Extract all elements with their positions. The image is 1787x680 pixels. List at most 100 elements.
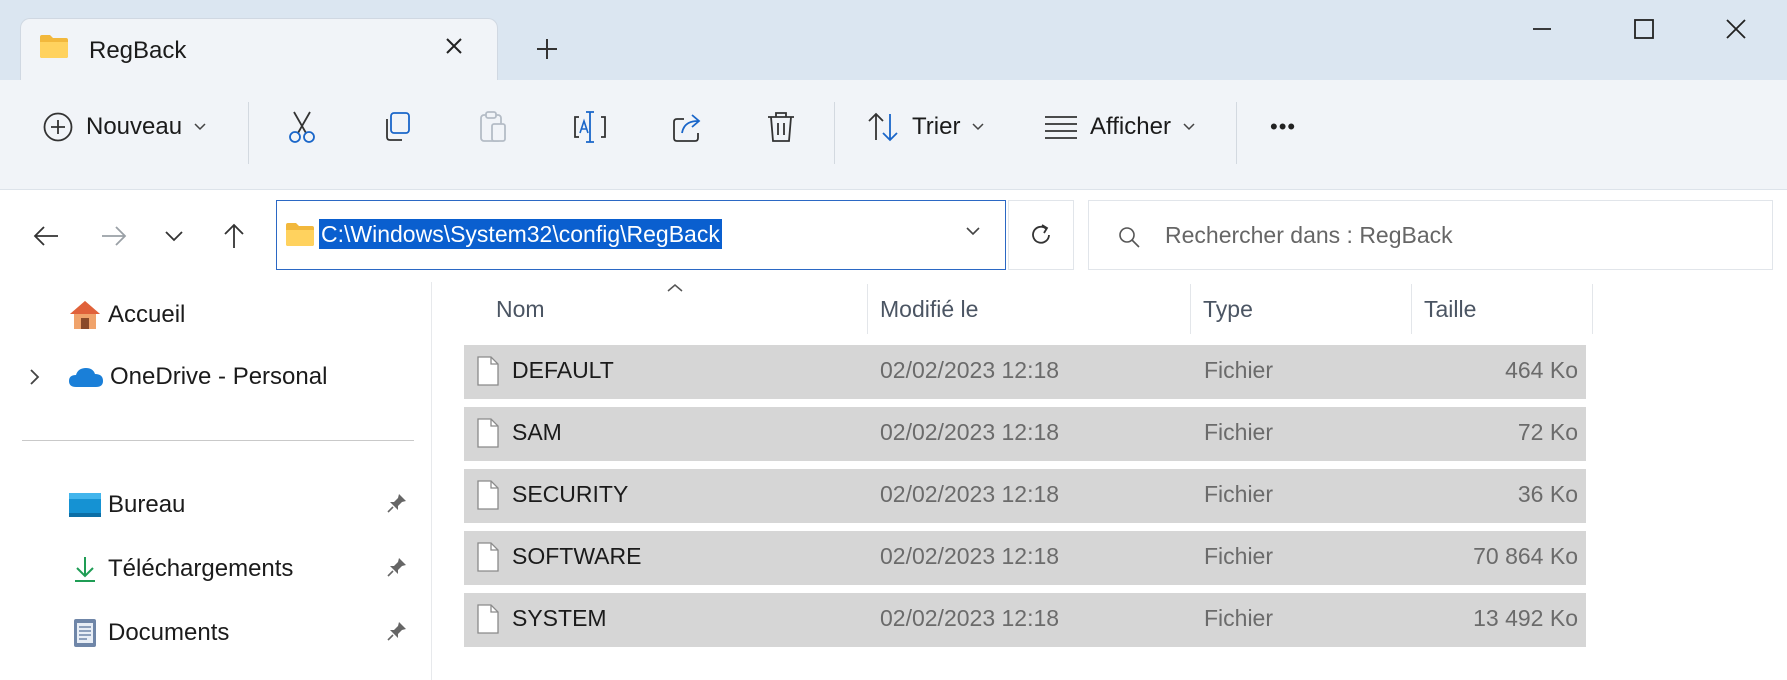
arrow-up-icon [224,223,244,248]
file-modified: 02/02/2023 12:18 [880,357,1060,383]
chevron-down-icon [972,123,984,131]
new-label: Nouveau [86,113,183,140]
file-row-software[interactable]: SOFTWARE 02/02/2023 12:18 Fichier 70 864… [464,531,1586,585]
chevron-right-icon [30,369,40,385]
file-modified: 02/02/2023 12:18 [880,481,1060,507]
new-tab-button[interactable] [526,28,568,70]
file-type: Fichier [1204,419,1274,445]
sidebar-item-documents[interactable]: Documents [68,608,422,658]
file-modified: 02/02/2023 12:18 [880,605,1060,631]
address-path[interactable]: C:\Windows\System32\config\RegBack [319,219,722,249]
column-divider[interactable] [1592,284,1593,334]
file-size: 36 Ko [1517,481,1578,507]
address-bar[interactable]: C:\Windows\System32\config\RegBack [276,200,1006,270]
maximize-button[interactable] [1614,12,1674,46]
rename-button[interactable] [572,102,608,152]
copy-button[interactable] [380,102,414,152]
clipboard-icon [480,111,506,142]
chevron-down-icon [194,123,206,131]
file-icon [477,356,499,386]
more-options-button[interactable]: ••• [1270,102,1296,152]
view-label: Afficher [1090,113,1171,140]
new-button[interactable]: Nouveau [42,102,206,152]
sidebar-item-label: Téléchargements [108,555,294,582]
list-view-icon [1045,116,1077,139]
sidebar-item-desktop[interactable]: Bureau [68,480,422,530]
file-name: DEFAULT [512,357,614,383]
file-name: SOFTWARE [512,543,642,569]
documents-icon [74,619,96,647]
share-icon [673,114,701,142]
close-window-button[interactable] [1706,12,1766,46]
sidebar-item-label: Documents [108,619,230,646]
address-dropdown-button[interactable] [965,223,981,241]
sidebar-item-label: Bureau [108,491,186,518]
sidebar-item-home[interactable]: Accueil [68,290,408,340]
sort-label: Trier [912,113,961,140]
sidebar-item-label: Accueil [108,301,186,328]
folder-icon [39,33,69,59]
file-name: SAM [512,419,562,445]
column-header-name[interactable]: Nom [496,296,545,323]
refresh-button[interactable] [1008,200,1074,270]
column-header-type[interactable]: Type [1203,296,1253,323]
toolbar-divider [248,102,249,164]
sort-button[interactable]: Trier [866,102,984,152]
file-icon [477,604,499,634]
file-row-security[interactable]: SECURITY 02/02/2023 12:18 Fichier 36 Ko [464,469,1586,523]
close-tab-button[interactable] [439,31,469,61]
file-row-sam[interactable]: SAM 02/02/2023 12:18 Fichier 72 Ko [464,407,1586,461]
file-row-system[interactable]: SYSTEM 02/02/2023 12:18 Fichier 13 492 K… [464,593,1586,647]
search-icon [1117,225,1141,254]
more-icon: ••• [1270,114,1297,139]
sidebar-divider [22,440,414,441]
pin-icon[interactable] [386,620,408,647]
toolbar-divider [1236,102,1237,164]
column-header-modified[interactable]: Modifié le [880,296,978,323]
pin-icon[interactable] [386,492,408,519]
copy-icon [386,112,410,141]
sidebar-item-label: OneDrive - Personal [110,363,328,390]
column-divider[interactable] [1190,284,1191,334]
search-box[interactable] [1088,200,1773,270]
column-header-size[interactable]: Taille [1424,296,1476,323]
sort-icon [868,112,898,142]
chevron-down-icon [165,231,183,242]
tab-regback[interactable]: RegBack [20,18,498,80]
delete-button[interactable] [764,102,798,152]
navigation-pane: Accueil OneDrive - Personal Bureau Téléc… [0,282,432,680]
plus-icon [537,39,557,59]
sort-ascending-icon [666,280,684,298]
up-button[interactable] [214,218,254,254]
minimize-icon [1533,28,1551,30]
back-button[interactable] [26,218,66,254]
cloud-icon [69,368,103,387]
file-type: Fichier [1204,543,1274,569]
scissors-icon [289,111,315,143]
download-icon [75,557,95,582]
view-button[interactable]: Afficher [1044,102,1195,152]
column-divider[interactable] [867,284,868,334]
search-input[interactable] [1165,217,1745,253]
file-name: SECURITY [512,481,629,507]
minimize-button[interactable] [1512,12,1572,46]
close-icon [446,38,462,54]
file-name: SYSTEM [512,605,607,631]
sidebar-item-onedrive[interactable]: OneDrive - Personal [28,352,418,402]
paste-button[interactable] [476,102,510,152]
chevron-down-icon [966,227,980,236]
column-divider[interactable] [1411,284,1412,334]
rename-icon [574,111,606,143]
forward-button[interactable] [94,218,134,254]
sidebar-item-downloads[interactable]: Téléchargements [68,544,422,594]
share-button[interactable] [670,102,706,152]
file-size: 70 864 Ko [1473,543,1578,569]
desktop-icon [69,493,101,517]
cut-button[interactable] [284,102,320,152]
file-row-default[interactable]: DEFAULT 02/02/2023 12:18 Fichier 464 Ko [464,345,1586,399]
file-type: Fichier [1204,481,1274,507]
pin-icon[interactable] [386,556,408,583]
recent-locations-button[interactable] [154,218,194,254]
file-size: 464 Ko [1505,357,1578,383]
tab-title: RegBack [89,37,187,64]
